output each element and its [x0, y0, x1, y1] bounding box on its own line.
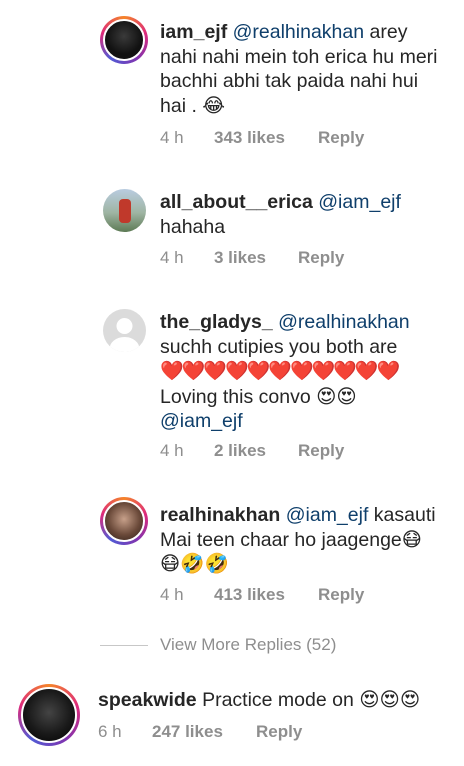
mention-link[interactable]: @iam_ejf [160, 410, 243, 432]
username[interactable]: iam_ejf [160, 21, 227, 43]
comment-meta: 4 h 3 likes Reply [160, 248, 344, 268]
timestamp: 4 h [160, 585, 184, 604]
view-more-replies-button[interactable]: View More Replies (52) [160, 635, 336, 655]
reply-button[interactable]: Reply [256, 722, 302, 742]
comment-text: realhinakhan @iam_ejf kasauti Mai teen c… [160, 504, 436, 575]
default-avatar-icon [109, 318, 140, 352]
comment-text: all_about__erica @iam_ejf hahaha [160, 191, 401, 238]
timestamp: 4 h [160, 441, 184, 460]
comment-meta: 4 h 413 likes Reply [160, 585, 364, 605]
mention-link[interactable]: @iam_ejf [318, 191, 401, 213]
reply-button[interactable]: Reply [318, 585, 364, 605]
username[interactable]: all_about__erica [160, 191, 313, 213]
mention-link[interactable]: @realhinakhan [233, 21, 364, 43]
divider [100, 645, 148, 646]
username[interactable]: speakwide [98, 689, 197, 711]
avatar[interactable] [100, 497, 148, 545]
likes-count[interactable]: 2 likes [214, 441, 298, 461]
comment-text: the_gladys_ @realhinakhan suchh cutipies… [160, 311, 410, 432]
comment-meta: 4 h 343 likes Reply [160, 128, 364, 148]
comment-meta: 6 h 247 likes Reply [98, 722, 302, 742]
likes-count[interactable]: 3 likes [214, 248, 298, 268]
mention-link[interactable]: @iam_ejf [286, 504, 369, 526]
timestamp: 6 h [98, 722, 122, 741]
likes-count[interactable]: 413 likes [214, 585, 318, 605]
avatar[interactable] [100, 16, 148, 64]
reply-button[interactable]: Reply [318, 128, 364, 148]
timestamp: 4 h [160, 128, 184, 147]
avatar[interactable] [103, 309, 146, 352]
mention-link[interactable]: @realhinakhan [278, 311, 409, 333]
username[interactable]: realhinakhan [160, 504, 280, 526]
reply-button[interactable]: Reply [298, 248, 344, 268]
username[interactable]: the_gladys_ [160, 311, 273, 333]
reply-button[interactable]: Reply [298, 441, 344, 461]
comment-meta: 4 h 2 likes Reply [160, 441, 344, 461]
likes-count[interactable]: 343 likes [214, 128, 318, 148]
comment-text: iam_ejf @realhinakhan arey nahi nahi mei… [160, 21, 438, 117]
likes-count[interactable]: 247 likes [152, 722, 256, 742]
timestamp: 4 h [160, 248, 184, 267]
avatar[interactable] [18, 684, 80, 746]
avatar[interactable] [103, 189, 146, 232]
comment-text: speakwide Practice mode on 😍😍😍 [98, 689, 421, 711]
